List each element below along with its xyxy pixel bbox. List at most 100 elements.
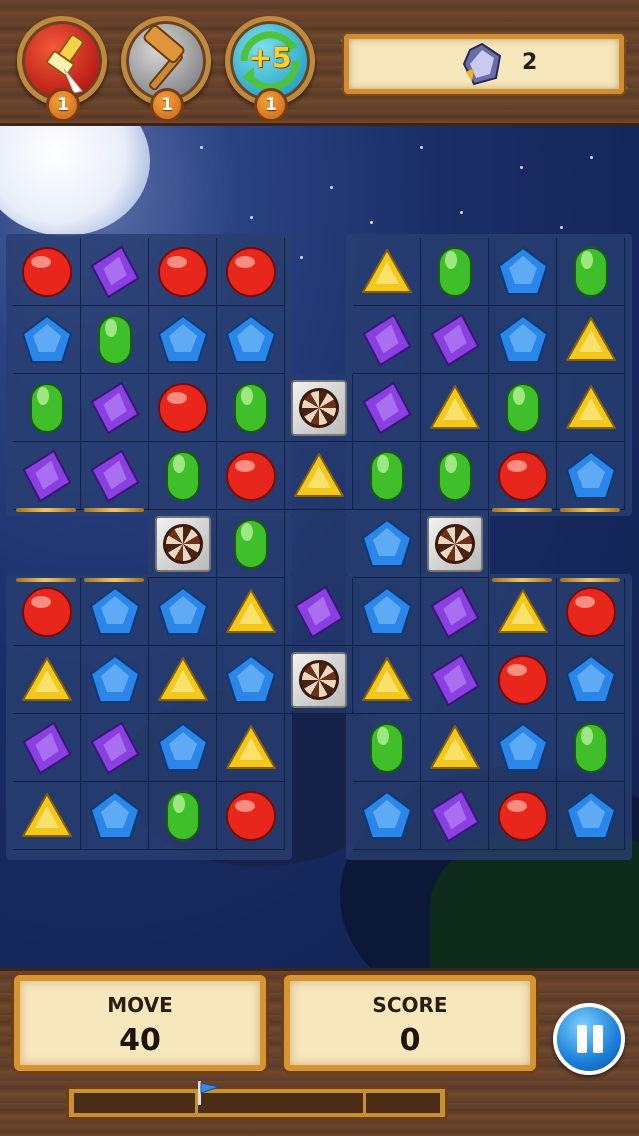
green-capsule-gem [370, 451, 404, 501]
grid-cell[interactable] [149, 714, 217, 782]
grid-cell[interactable] [217, 442, 285, 510]
grid-cell[interactable] [557, 782, 625, 850]
purple-diamond-gem [294, 585, 344, 639]
grid-cell[interactable] [217, 782, 285, 850]
barrier-bar [492, 508, 552, 512]
grid-cell[interactable] [557, 578, 625, 646]
grid-cell[interactable] [217, 646, 285, 714]
grid-cell[interactable] [353, 714, 421, 782]
pause-button[interactable] [553, 1003, 625, 1075]
star [520, 166, 523, 169]
grid-cell[interactable] [217, 578, 285, 646]
blue-pentagon-gem [565, 450, 617, 499]
grid-cell[interactable] [489, 714, 557, 782]
grid-cell[interactable] [353, 374, 421, 442]
goal-panel: 2 [338, 30, 630, 98]
grid-cell[interactable] [353, 782, 421, 850]
grid-cell[interactable] [81, 578, 149, 646]
red-orb-gem [158, 383, 208, 433]
grid-cell[interactable] [149, 442, 217, 510]
grid-cell[interactable] [149, 510, 217, 578]
grid-cell[interactable] [217, 306, 285, 374]
grid-cell[interactable] [353, 238, 421, 306]
grid-cell[interactable] [217, 238, 285, 306]
red-orb-gem [22, 587, 72, 637]
grid-cell[interactable] [285, 442, 353, 510]
green-capsule-gem [30, 383, 64, 433]
grid-cell[interactable] [13, 782, 81, 850]
grid-cell[interactable] [489, 238, 557, 306]
game-scene [0, 126, 639, 968]
grid-cell[interactable] [13, 442, 81, 510]
grid-cell[interactable] [81, 782, 149, 850]
yellow-triangle-gem [22, 657, 72, 701]
grid-cell[interactable] [353, 510, 421, 578]
grid-cell[interactable] [557, 306, 625, 374]
grid-cell[interactable] [13, 714, 81, 782]
grid-cell[interactable] [13, 374, 81, 442]
red-orb-gem [498, 451, 548, 501]
barrier-bar [492, 578, 552, 582]
grid-cell[interactable] [421, 714, 489, 782]
grid-cell[interactable] [353, 442, 421, 510]
green-capsule-gem [438, 451, 472, 501]
score-label: SCORE [372, 993, 448, 1017]
grid-cell[interactable] [353, 646, 421, 714]
grid-cell[interactable] [285, 578, 353, 646]
progress-track [74, 1093, 440, 1113]
purple-diamond-gem [430, 653, 480, 707]
grid-cell[interactable] [421, 782, 489, 850]
grid-cell[interactable] [421, 646, 489, 714]
red-orb-gem [226, 247, 276, 297]
top-bar: 1 1 +5 1 2 [0, 0, 639, 126]
grid-cell[interactable] [217, 510, 285, 578]
grid-cell[interactable] [217, 714, 285, 782]
grid-cell[interactable] [81, 374, 149, 442]
grid-cell[interactable] [81, 646, 149, 714]
purple-diamond-gem [22, 721, 72, 775]
grid-cell[interactable] [149, 578, 217, 646]
grid-cell[interactable] [421, 238, 489, 306]
grid-cell[interactable] [557, 714, 625, 782]
star [590, 156, 593, 159]
grid-cell[interactable] [421, 578, 489, 646]
grid-cell[interactable] [149, 306, 217, 374]
grid-cell[interactable] [489, 782, 557, 850]
red-orb-gem [226, 451, 276, 501]
grid-cell[interactable] [421, 306, 489, 374]
grid-cell[interactable] [149, 646, 217, 714]
green-capsule-gem [370, 723, 404, 773]
grid-cell[interactable] [285, 646, 353, 714]
grid-cell[interactable] [81, 442, 149, 510]
grid-cell[interactable] [81, 238, 149, 306]
grid-cell[interactable] [421, 510, 489, 578]
grid-cell[interactable] [489, 442, 557, 510]
purple-diamond-gem [90, 449, 140, 503]
grid-cell[interactable] [557, 442, 625, 510]
grid-cell[interactable] [489, 578, 557, 646]
grid-cell[interactable] [81, 306, 149, 374]
grid-cell[interactable] [421, 374, 489, 442]
grid-cell[interactable] [489, 646, 557, 714]
grid-cell[interactable] [13, 646, 81, 714]
grid-cell[interactable] [421, 442, 489, 510]
grid-cell[interactable] [149, 238, 217, 306]
grid-cell[interactable] [13, 306, 81, 374]
grid-cell[interactable] [13, 578, 81, 646]
grid-cell[interactable] [149, 782, 217, 850]
grid-cell[interactable] [557, 374, 625, 442]
grid-cell[interactable] [217, 374, 285, 442]
grid-cell[interactable] [13, 238, 81, 306]
grid-cell[interactable] [353, 578, 421, 646]
blue-pentagon-gem [565, 790, 617, 839]
grid-cell[interactable] [353, 306, 421, 374]
grid-cell[interactable] [489, 374, 557, 442]
grid-cell[interactable] [81, 714, 149, 782]
purple-diamond-gem [90, 381, 140, 435]
grid-cell[interactable] [149, 374, 217, 442]
grid-cell[interactable] [285, 374, 353, 442]
green-capsule-gem [574, 247, 608, 297]
grid-cell[interactable] [557, 646, 625, 714]
grid-cell[interactable] [489, 306, 557, 374]
grid-cell[interactable] [557, 238, 625, 306]
